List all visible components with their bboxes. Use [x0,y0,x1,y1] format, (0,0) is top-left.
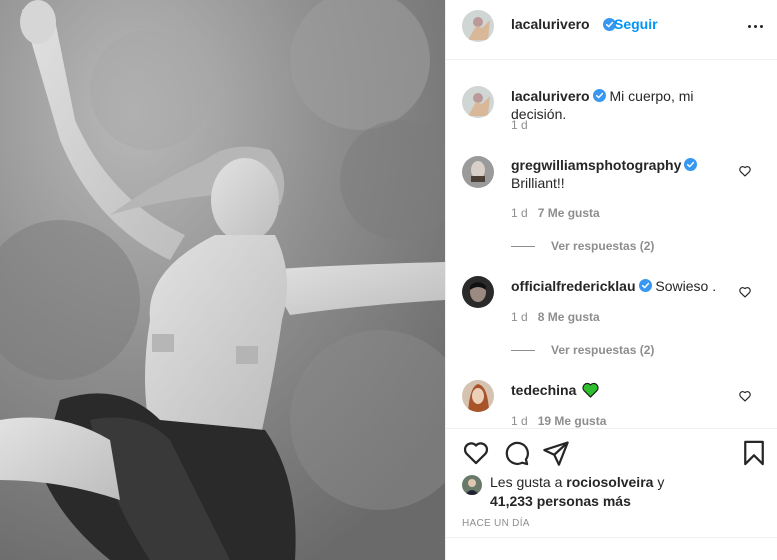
verified-badge-icon [638,279,652,292]
caption-time[interactable]: 1 d [511,118,528,132]
author-avatar[interactable] [462,10,494,42]
share-icon[interactable] [542,439,570,467]
instagram-post: lacalurivero • Seguir lacalurivero Mi cu… [0,0,777,560]
view-replies-button[interactable]: Ver respuestas (2) [511,343,654,357]
bookmark-icon[interactable] [740,439,768,467]
commenter-avatar[interactable] [462,380,494,412]
likes-count[interactable]: 41,233 personas más [490,493,631,509]
comment-likes[interactable]: 19 Me gusta [538,414,607,428]
post-sidebar: lacalurivero • Seguir lacalurivero Mi cu… [445,0,777,560]
caption: lacalurivero Mi cuerpo, mi decisión. [511,87,751,123]
comments-list[interactable]: lacalurivero Mi cuerpo, mi decisión. 1 d… [446,60,777,428]
post-header: lacalurivero • Seguir [446,0,777,60]
comment-time[interactable]: 1 d [511,414,528,428]
comment-text: Brilliant!! [511,175,565,191]
post-timestamp[interactable]: HACE UN DÍA [462,518,530,529]
comment-username[interactable]: tedechina [511,382,576,398]
replies-divider [511,349,535,351]
follow-button[interactable]: Seguir [614,16,658,32]
comment-username[interactable]: gregwilliamsphotography [511,157,681,173]
verified-badge-icon [684,158,698,171]
replies-divider [511,245,535,247]
view-replies-button[interactable]: Ver respuestas (2) [511,239,654,253]
comment-item: tedechina [511,381,751,399]
add-comment-section[interactable] [446,537,777,560]
comment-time[interactable]: 1 d [511,310,528,324]
comment-meta: 1 d 19 Me gusta [511,414,606,428]
comment-icon[interactable] [502,439,530,467]
green-heart-icon [582,382,599,398]
caption-author-avatar[interactable] [462,86,494,118]
comment-item: officialfredericklau Sowieso . [511,277,751,295]
caption-username[interactable]: lacalurivero [511,88,590,104]
comment-username[interactable]: officialfredericklau [511,278,636,294]
more-options-icon[interactable] [746,18,766,34]
dancer-photo [0,0,445,560]
liker-username[interactable]: rocio​solveira [566,474,653,490]
view-replies-label: Ver respuestas (2) [551,239,655,253]
comment-meta: 1 d 8 Me gusta [511,310,600,324]
likes-text: Les gusta a rocio​solveira y 41,233 pers… [490,473,760,511]
likes-conjunction: y [657,474,665,490]
heart-icon[interactable] [462,439,490,467]
commenter-avatar[interactable] [462,156,494,188]
comment-meta: 1 d 7 Me gusta [511,206,600,220]
commenter-avatar[interactable] [462,276,494,308]
heart-icon[interactable] [738,285,752,299]
post-photo[interactable] [0,0,445,560]
view-replies-label: Ver respuestas (2) [551,343,655,357]
likes-prefix: Les gusta a [490,474,563,490]
comment-likes[interactable]: 8 Me gusta [538,310,600,324]
comment-item: gregwilliamsphotography Brilliant!! [511,156,751,192]
post-actions: Les gusta a rocio​solveira y 41,233 pers… [446,428,777,560]
verified-badge-icon [592,89,606,102]
heart-icon[interactable] [738,164,752,178]
comment-likes[interactable]: 7 Me gusta [538,206,600,220]
comment-text: Sowieso . [655,278,717,294]
comment-time[interactable]: 1 d [511,206,528,220]
liker-avatar[interactable] [462,475,482,495]
heart-icon[interactable] [738,389,752,403]
caption-meta: 1 d [511,118,528,132]
author-username[interactable]: lacalurivero [511,16,590,32]
